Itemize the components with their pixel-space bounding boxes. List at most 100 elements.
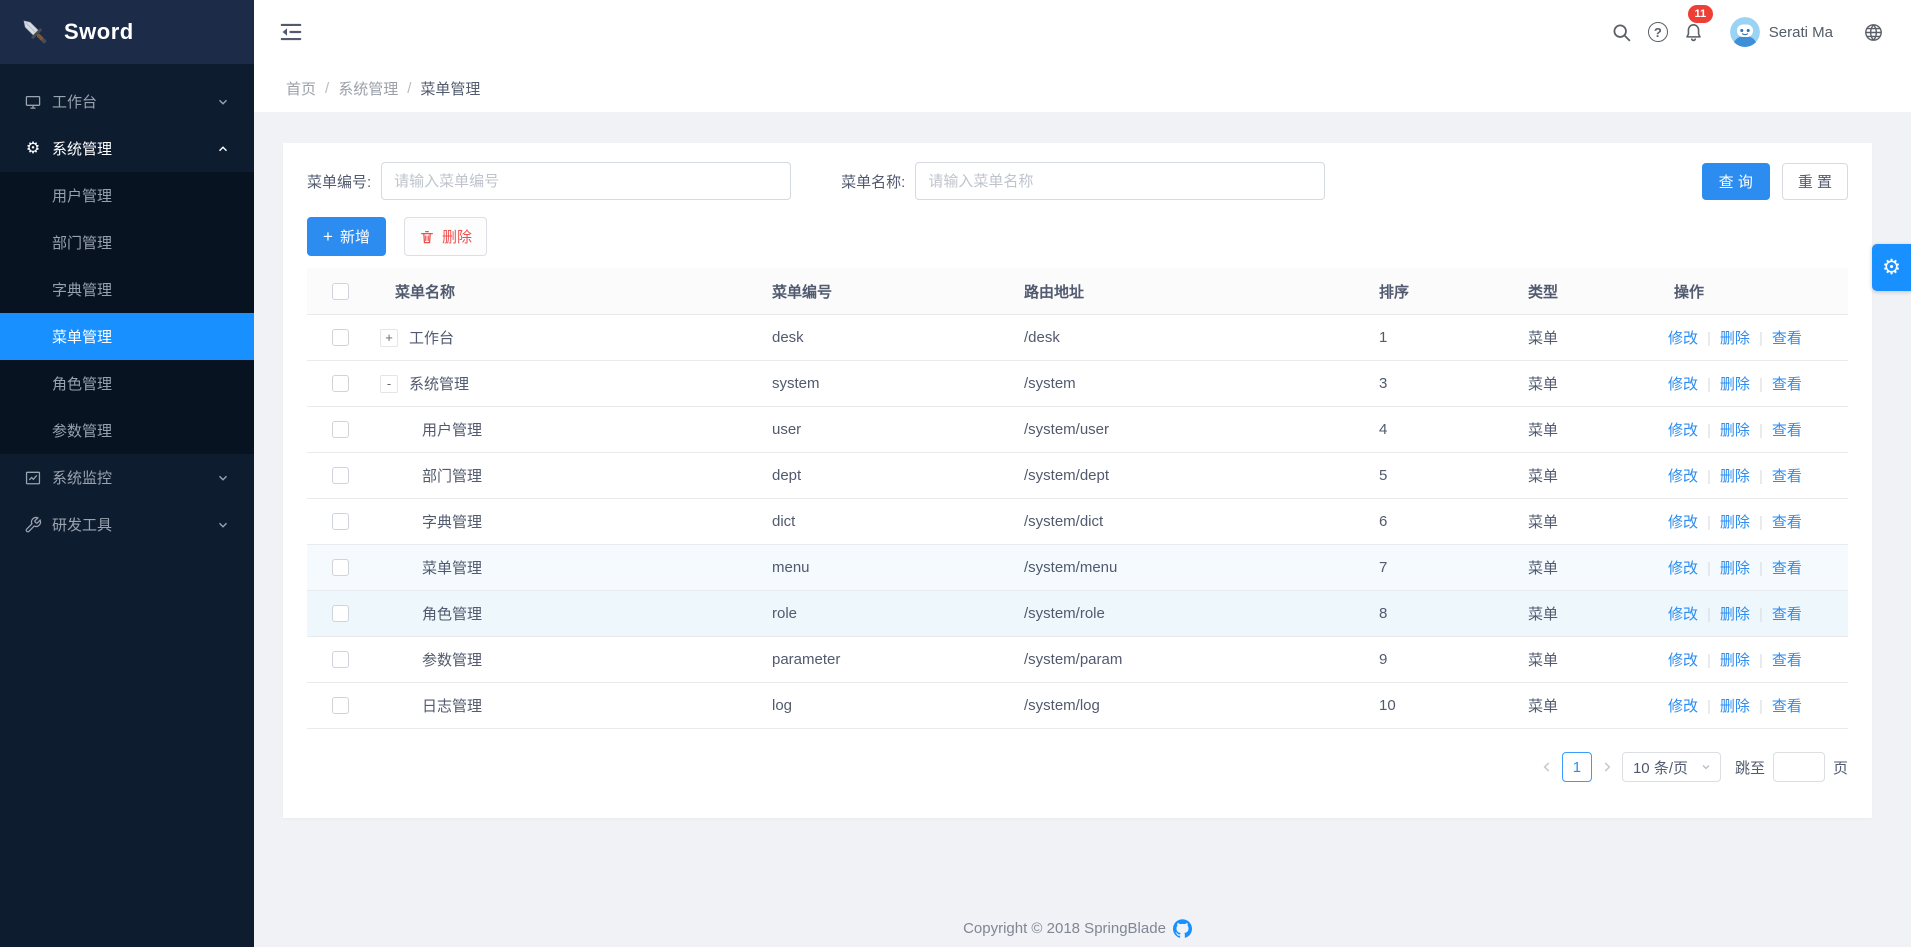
table-row[interactable]: 菜单管理 menu /system/menu 7 菜单 修改|删除|查看	[307, 545, 1848, 591]
sidebar-item-devtools[interactable]: 研发工具	[0, 501, 254, 548]
action-separator: |	[1759, 376, 1763, 393]
expand-toggle[interactable]: -	[380, 375, 398, 393]
row-checkbox-cell	[307, 605, 357, 622]
add-button-label: 新增	[340, 226, 370, 247]
delete-link[interactable]: 删除	[1720, 698, 1750, 715]
row-checkbox[interactable]	[332, 421, 349, 438]
delete-link[interactable]: 删除	[1720, 468, 1750, 485]
select-all-checkbox[interactable]	[332, 283, 349, 300]
edit-link[interactable]: 修改	[1668, 514, 1698, 531]
theme-settings-button[interactable]: ⚙	[1872, 244, 1911, 291]
edit-link[interactable]: 修改	[1668, 698, 1698, 715]
sidebar-item-user-mgmt[interactable]: 用户管理	[0, 172, 254, 219]
view-link[interactable]: 查看	[1772, 468, 1802, 485]
delete-link[interactable]: 删除	[1720, 514, 1750, 531]
breadcrumb-system[interactable]: 系统管理	[338, 78, 398, 99]
sidebar-item-dict-mgmt[interactable]: 字典管理	[0, 266, 254, 313]
table-row[interactable]: 部门管理 dept /system/dept 5 菜单 修改|删除|查看	[307, 453, 1848, 499]
edit-link[interactable]: 修改	[1668, 560, 1698, 577]
view-link[interactable]: 查看	[1772, 560, 1802, 577]
menu-code-label: 菜单编号:	[307, 171, 371, 192]
page-number-active[interactable]: 1	[1562, 752, 1592, 782]
table-header-row: 菜单名称 菜单编号 路由地址 排序 类型 操作	[307, 268, 1848, 315]
next-page-icon[interactable]	[1600, 760, 1614, 774]
type-cell: 菜单	[1528, 649, 1668, 670]
sidebar-item-role-mgmt[interactable]: 角色管理	[0, 360, 254, 407]
actions-cell: 修改|删除|查看	[1668, 695, 1848, 716]
edit-link[interactable]: 修改	[1668, 606, 1698, 623]
table-row[interactable]: 用户管理 user /system/user 4 菜单 修改|删除|查看	[307, 407, 1848, 453]
table-row[interactable]: + 工作台 desk /desk 1 菜单 修改|删除|查看	[307, 315, 1848, 361]
menu-name-cell: 用户管理	[357, 419, 772, 440]
github-icon[interactable]	[1173, 919, 1192, 938]
menu-code-cell: menu	[772, 559, 1024, 576]
search-button-primary[interactable]: 查 询	[1702, 163, 1770, 200]
sidebar: Sword 工作台 ⚙ 系统管理 用户管理 部门管理 字典管理 菜单管理 角色管…	[0, 0, 254, 947]
notifications-button[interactable]: 11	[1676, 14, 1712, 50]
delete-link[interactable]: 删除	[1720, 560, 1750, 577]
copyright-text: Copyright © 2018 SpringBlade	[963, 920, 1166, 937]
edit-link[interactable]: 修改	[1668, 422, 1698, 439]
help-button[interactable]: ?	[1640, 14, 1676, 50]
menu-code-input[interactable]	[381, 162, 791, 200]
reset-button[interactable]: 重 置	[1782, 163, 1848, 200]
view-link[interactable]: 查看	[1772, 330, 1802, 347]
page-size-select[interactable]: 10 条/页	[1622, 752, 1721, 782]
edit-link[interactable]: 修改	[1668, 330, 1698, 347]
row-checkbox[interactable]	[332, 651, 349, 668]
delete-link[interactable]: 删除	[1720, 330, 1750, 347]
row-checkbox[interactable]	[332, 375, 349, 392]
search-button[interactable]	[1604, 14, 1640, 50]
submenu-label: 用户管理	[52, 185, 112, 206]
sort-cell: 8	[1379, 605, 1528, 622]
delete-link[interactable]: 删除	[1720, 606, 1750, 623]
action-separator: |	[1759, 560, 1763, 577]
app-logo[interactable]: Sword	[0, 0, 254, 64]
view-link[interactable]: 查看	[1772, 606, 1802, 623]
edit-link[interactable]: 修改	[1668, 468, 1698, 485]
sidebar-item-dept-mgmt[interactable]: 部门管理	[0, 219, 254, 266]
user-name[interactable]: Serati Ma	[1769, 24, 1833, 41]
menu-code-cell: desk	[772, 329, 1024, 346]
avatar[interactable]	[1730, 17, 1760, 47]
row-checkbox[interactable]	[332, 559, 349, 576]
table-row[interactable]: 参数管理 parameter /system/param 9 菜单 修改|删除|…	[307, 637, 1848, 683]
menu-name-input[interactable]	[915, 162, 1325, 200]
expand-toggle[interactable]: +	[380, 329, 398, 347]
type-cell: 菜单	[1528, 695, 1668, 716]
sidebar-item-workbench[interactable]: 工作台	[0, 78, 254, 125]
view-link[interactable]: 查看	[1772, 376, 1802, 393]
edit-link[interactable]: 修改	[1668, 376, 1698, 393]
view-link[interactable]: 查看	[1772, 652, 1802, 669]
view-link[interactable]: 查看	[1772, 514, 1802, 531]
table-row[interactable]: 角色管理 role /system/role 8 菜单 修改|删除|查看	[307, 591, 1848, 637]
sidebar-item-param-mgmt[interactable]: 参数管理	[0, 407, 254, 454]
table-row[interactable]: 日志管理 log /system/log 10 菜单 修改|删除|查看	[307, 683, 1848, 729]
delete-link[interactable]: 删除	[1720, 376, 1750, 393]
jump-page-input[interactable]	[1773, 752, 1825, 782]
delete-link[interactable]: 删除	[1720, 422, 1750, 439]
row-checkbox[interactable]	[332, 467, 349, 484]
menu-code-cell: role	[772, 605, 1024, 622]
language-button[interactable]	[1855, 14, 1891, 50]
row-checkbox[interactable]	[332, 329, 349, 346]
table-row[interactable]: - 系统管理 system /system 3 菜单 修改|删除|查看	[307, 361, 1848, 407]
row-checkbox[interactable]	[332, 513, 349, 530]
row-checkbox[interactable]	[332, 605, 349, 622]
breadcrumb-home[interactable]: 首页	[286, 78, 316, 99]
sidebar-item-menu-mgmt[interactable]: 菜单管理	[0, 313, 254, 360]
sidebar-item-system[interactable]: ⚙ 系统管理	[0, 125, 254, 172]
prev-page-icon[interactable]	[1540, 760, 1554, 774]
delete-button[interactable]: 删除	[404, 217, 487, 256]
sidebar-item-monitor[interactable]: 系统监控	[0, 454, 254, 501]
row-checkbox[interactable]	[332, 697, 349, 714]
delete-link[interactable]: 删除	[1720, 652, 1750, 669]
table-row[interactable]: 字典管理 dict /system/dict 6 菜单 修改|删除|查看	[307, 499, 1848, 545]
view-link[interactable]: 查看	[1772, 422, 1802, 439]
row-checkbox-cell	[307, 329, 357, 346]
edit-link[interactable]: 修改	[1668, 652, 1698, 669]
sidebar-collapse-button[interactable]	[278, 19, 304, 45]
add-button[interactable]: + 新增	[307, 217, 386, 256]
view-link[interactable]: 查看	[1772, 698, 1802, 715]
chevron-up-icon	[216, 142, 230, 156]
